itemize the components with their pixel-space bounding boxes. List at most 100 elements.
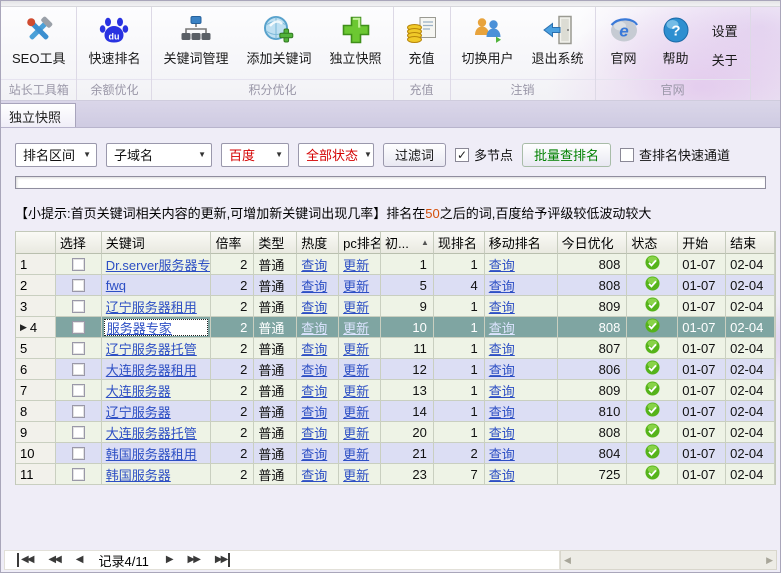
table-row[interactable]: 2fwq2普通查询更新54查询80801-0702-04 — [16, 275, 775, 296]
ribbon-button-switch-user[interactable]: 切换用户 — [453, 10, 523, 79]
mobile-rank-cell-link[interactable]: 查询 — [489, 444, 515, 463]
column-header-7[interactable]: 初...▲ — [381, 232, 434, 254]
mobile-rank-cell-link[interactable]: 查询 — [489, 318, 515, 337]
row-checkbox[interactable] — [72, 426, 85, 439]
heat-cell-link[interactable]: 查询 — [301, 360, 327, 379]
table-row[interactable]: 6大连服务器租用2普通查询更新121查询80601-0702-04 — [16, 359, 775, 380]
table-row[interactable]: ▶4服务器专家2普通查询更新101查询80801-0702-04 — [16, 317, 775, 338]
last-record-button[interactable]: ▶▶ — [214, 553, 230, 567]
keyword-link[interactable]: 韩国服务器租用 — [106, 444, 197, 463]
pc-rank-cell-link[interactable]: 更新 — [343, 297, 369, 316]
ribbon-button-help[interactable]: ?帮助 — [650, 10, 702, 79]
column-header-12[interactable]: 开始 — [678, 232, 726, 254]
keyword-link[interactable]: 大连服务器托管 — [106, 423, 197, 442]
scroll-left-icon[interactable]: ◀ — [564, 555, 571, 566]
column-header-1[interactable]: 选择 — [56, 232, 102, 254]
column-header-13[interactable]: 结束 — [726, 232, 775, 254]
pc-rank-cell-link[interactable]: 更新 — [343, 255, 369, 274]
ribbon-small-button-about[interactable]: 关于 — [712, 50, 738, 69]
pc-rank-cell-link[interactable]: 更新 — [343, 402, 369, 421]
heat-cell-link[interactable]: 查询 — [301, 444, 327, 463]
column-header-5[interactable]: 热度 — [297, 232, 339, 254]
mobile-rank-cell-link[interactable]: 查询 — [489, 297, 515, 316]
keyword-link[interactable]: 服务器专家 — [107, 318, 172, 337]
first-record-button[interactable]: ◀◀ — [17, 553, 33, 567]
column-header-8[interactable]: 现排名 — [434, 232, 485, 254]
column-header-11[interactable]: 状态 — [627, 232, 678, 254]
heat-cell-link[interactable]: 查询 — [301, 318, 327, 337]
table-row[interactable]: 5辽宁服务器托管2普通查询更新111查询80701-0702-04 — [16, 338, 775, 359]
engine-select[interactable]: 百度 ▼ — [221, 143, 289, 167]
mobile-rank-cell-link[interactable]: 查询 — [489, 381, 515, 400]
column-header-4[interactable]: 类型 — [254, 232, 297, 254]
keyword-link[interactable]: 韩国服务器 — [106, 465, 171, 484]
heat-cell-link[interactable]: 查询 — [301, 423, 327, 442]
row-checkbox[interactable] — [72, 447, 85, 460]
ribbon-button-recharge[interactable]: 充值 — [396, 10, 448, 79]
mobile-rank-cell-link[interactable]: 查询 — [489, 360, 515, 379]
status-select[interactable]: 全部状态 ▼ — [298, 143, 374, 167]
keyword-link[interactable]: Dr.server服务器专家 — [106, 255, 212, 274]
horizontal-scrollbar[interactable]: ◀ ▶ — [560, 550, 777, 570]
mobile-rank-cell-link[interactable]: 查询 — [489, 465, 515, 484]
batch-check-rank-button[interactable]: 批量查排名 — [522, 143, 611, 167]
keyword-link[interactable]: fwq — [106, 278, 126, 293]
ribbon-button-logout[interactable]: 退出系统 — [523, 10, 593, 79]
multi-node-checkbox[interactable]: ✓ 多节点 — [455, 145, 513, 164]
subdomain-select[interactable]: 子域名 ▼ — [106, 143, 212, 167]
next-record-button[interactable]: ▶ — [165, 553, 173, 567]
table-row[interactable]: 3辽宁服务器租用2普通查询更新91查询80901-0702-04 — [16, 296, 775, 317]
table-row[interactable]: 1Dr.server服务器专家2普通查询更新11查询80801-0702-04 — [16, 254, 775, 275]
row-checkbox[interactable] — [72, 321, 85, 334]
keyword-edit-cell[interactable]: 服务器专家 — [104, 319, 209, 336]
ribbon-button-official-site[interactable]: e官网 — [598, 10, 650, 79]
keyword-link[interactable]: 大连服务器 — [106, 381, 171, 400]
next-page-button[interactable]: ▶▶ — [187, 553, 200, 567]
column-header-2[interactable]: 关键词 — [102, 232, 212, 254]
column-header-3[interactable]: 倍率 — [211, 232, 254, 254]
table-row[interactable]: 10韩国服务器租用2普通查询更新212查询80401-0702-04 — [16, 443, 775, 464]
ribbon-button-seo-tools[interactable]: SEO工具 — [3, 10, 74, 79]
keyword-link[interactable]: 辽宁服务器托管 — [106, 339, 197, 358]
fast-lane-checkbox[interactable]: 查排名快速通道 — [620, 145, 730, 164]
column-header-10[interactable]: 今日优化 — [558, 232, 628, 254]
mobile-rank-cell-link[interactable]: 查询 — [489, 339, 515, 358]
ribbon-small-button-settings[interactable]: 设置 — [712, 21, 738, 40]
prev-record-button[interactable]: ◀ — [75, 553, 83, 567]
heat-cell-link[interactable]: 查询 — [301, 255, 327, 274]
row-checkbox[interactable] — [72, 405, 85, 418]
row-checkbox[interactable] — [72, 363, 85, 376]
heat-cell-link[interactable]: 查询 — [301, 276, 327, 295]
row-checkbox[interactable] — [72, 279, 85, 292]
keyword-link[interactable]: 辽宁服务器 — [106, 402, 171, 421]
pc-rank-cell-link[interactable]: 更新 — [343, 444, 369, 463]
row-checkbox[interactable] — [72, 468, 85, 481]
row-checkbox[interactable] — [72, 384, 85, 397]
heat-cell-link[interactable]: 查询 — [301, 297, 327, 316]
column-header-9[interactable]: 移动排名 — [485, 232, 558, 254]
pc-rank-cell-link[interactable]: 更新 — [343, 465, 369, 484]
pc-rank-cell-link[interactable]: 更新 — [343, 423, 369, 442]
heat-cell-link[interactable]: 查询 — [301, 339, 327, 358]
filter-words-button[interactable]: 过滤词 — [383, 143, 446, 167]
ribbon-button-keyword-manage[interactable]: 关键词管理 — [154, 10, 237, 79]
pc-rank-cell-link[interactable]: 更新 — [343, 339, 369, 358]
row-checkbox[interactable] — [72, 258, 85, 271]
mobile-rank-cell-link[interactable]: 查询 — [489, 402, 515, 421]
table-row[interactable]: 8辽宁服务器2普通查询更新141查询81001-0702-04 — [16, 401, 775, 422]
mobile-rank-cell-link[interactable]: 查询 — [489, 276, 515, 295]
ribbon-button-standalone-snapshot[interactable]: 独立快照 — [321, 10, 391, 79]
table-row[interactable]: 7大连服务器2普通查询更新131查询80901-0702-04 — [16, 380, 775, 401]
pc-rank-cell-link[interactable]: 更新 — [343, 276, 369, 295]
scroll-right-icon[interactable]: ▶ — [766, 555, 773, 566]
heat-cell-link[interactable]: 查询 — [301, 402, 327, 421]
pc-rank-cell-link[interactable]: 更新 — [343, 360, 369, 379]
table-row[interactable]: 9大连服务器托管2普通查询更新201查询80801-0702-04 — [16, 422, 775, 443]
table-row[interactable]: 11韩国服务器2普通查询更新237查询72501-0702-04 — [16, 464, 775, 485]
heat-cell-link[interactable]: 查询 — [301, 465, 327, 484]
rank-range-select[interactable]: 排名区间 ▼ — [15, 143, 97, 167]
pc-rank-cell-link[interactable]: 更新 — [343, 381, 369, 400]
ribbon-button-quick-rank[interactable]: du快速排名 — [79, 10, 149, 79]
heat-cell-link[interactable]: 查询 — [301, 381, 327, 400]
pc-rank-cell-link[interactable]: 更新 — [343, 318, 369, 337]
